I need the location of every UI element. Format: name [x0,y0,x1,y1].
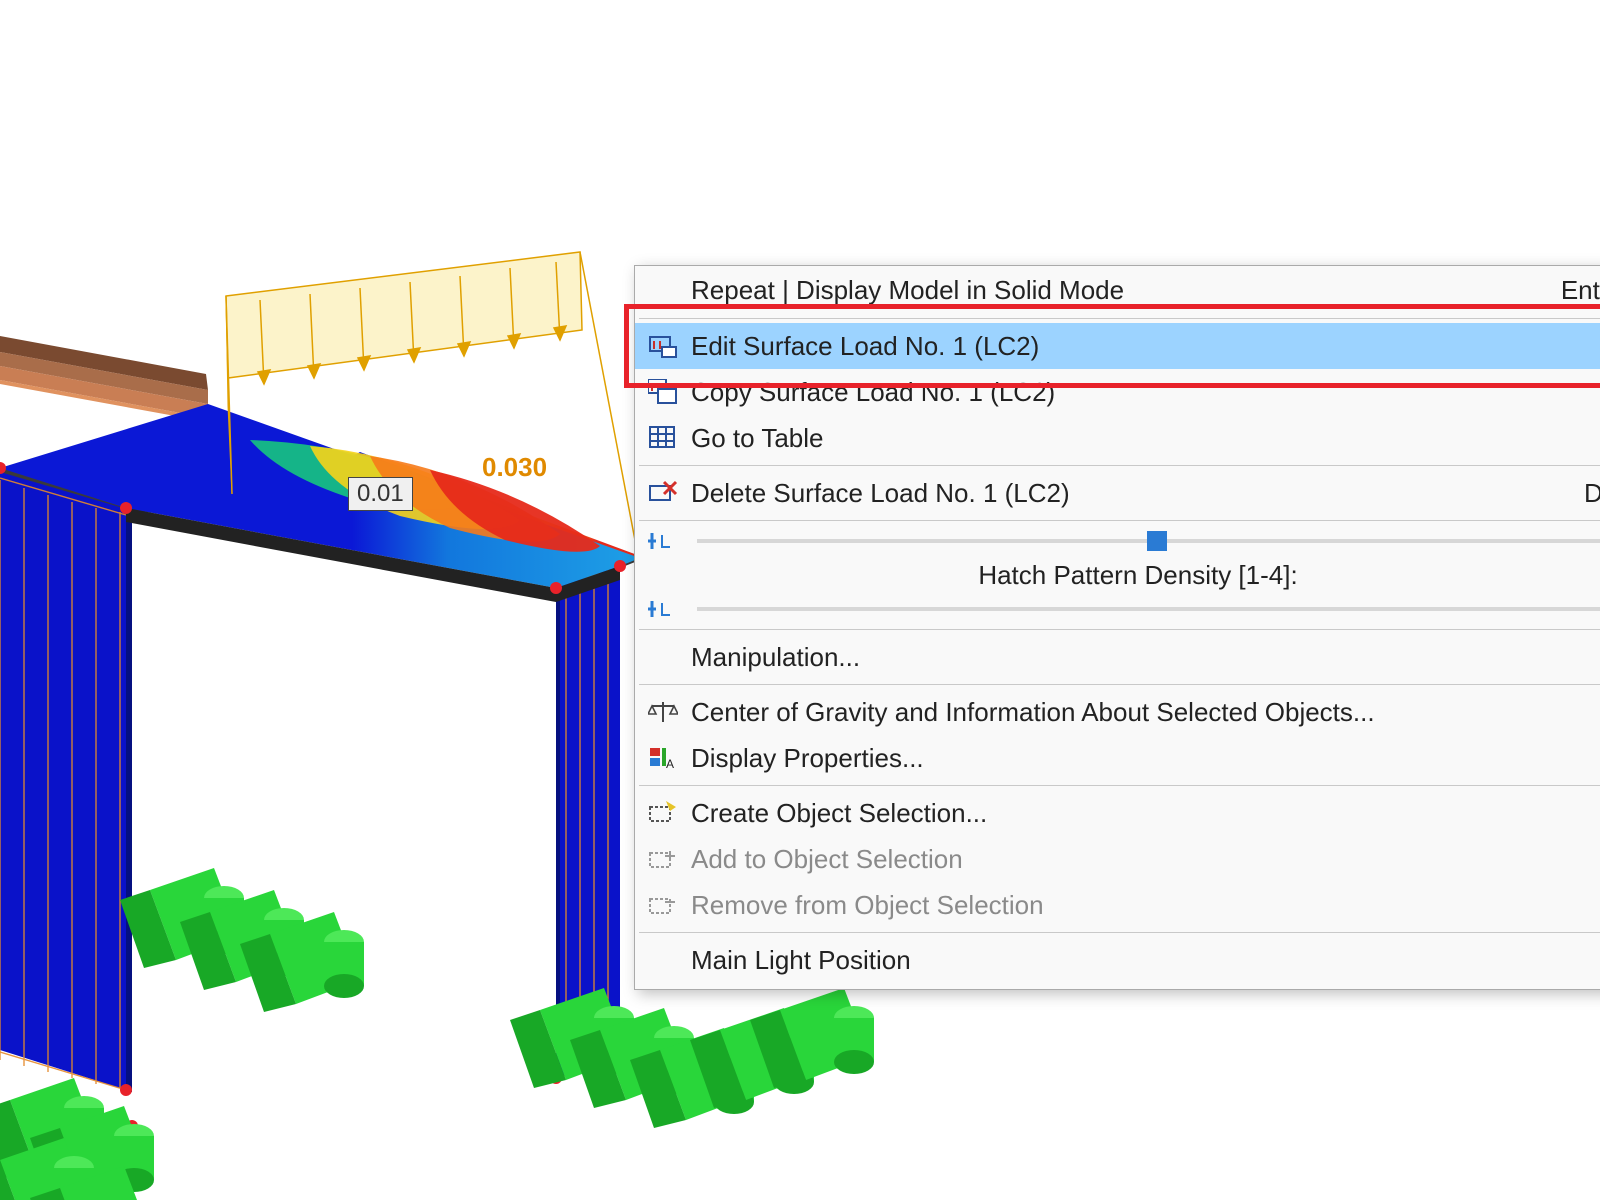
edit-load-icon [635,333,691,359]
menu-manipulation[interactable]: Manipulation... [635,634,1600,680]
shortcut-text: Enter [1537,275,1600,306]
delete-load-icon [635,480,691,506]
slider-icon [635,529,691,553]
hatch-density-slider-row [635,593,1600,625]
hatch-density-slider[interactable] [697,607,1600,611]
menu-separator [639,465,1600,466]
menu-main-light-position[interactable]: Main Light Position [635,937,1600,983]
menu-add-to-selection: Add to Object Selection [635,836,1600,882]
load-value-left: 0.01 [348,477,413,511]
table-icon [635,425,691,451]
slider-icon [635,597,691,621]
menu-center-of-gravity[interactable]: Center of Gravity and Information About … [635,689,1600,735]
menu-separator [639,684,1600,685]
load-size-slider[interactable] [697,539,1600,543]
menu-separator [639,785,1600,786]
balance-scale-icon [635,700,691,724]
menu-remove-from-selection: Remove from Object Selection [635,882,1600,928]
copy-load-icon [635,379,691,405]
remove-selection-icon [635,893,691,917]
menu-separator [639,318,1600,319]
menu-repeat[interactable]: Repeat | Display Model in Solid Mode Ent… [635,266,1600,314]
slider-thumb[interactable] [1147,531,1167,551]
menu-delete-surface-load[interactable]: Delete Surface Load No. 1 (LC2) Del [635,470,1600,516]
menu-go-to-table[interactable]: Go to Table [635,415,1600,461]
add-selection-icon [635,847,691,871]
menu-create-object-selection[interactable]: Create Object Selection... [635,790,1600,836]
menu-display-properties[interactable]: A Display Properties... [635,735,1600,781]
svg-text:A: A [666,757,674,770]
menu-separator [639,932,1600,933]
menu-copy-surface-load[interactable]: Copy Surface Load No. 1 (LC2) [635,369,1600,415]
display-properties-icon: A [635,746,691,770]
slider-caption: Hatch Pattern Density [1-4]: [635,557,1600,593]
create-selection-icon [635,801,691,825]
menu-separator [639,520,1600,521]
load-value-right: 0.030 [482,452,547,483]
menu-edit-surface-load[interactable]: Edit Surface Load No. 1 (LC2) [635,323,1600,369]
context-menu: Repeat | Display Model in Solid Mode Ent… [634,265,1600,990]
menu-separator [639,629,1600,630]
shortcut-text: Del [1560,478,1600,509]
load-size-slider-row [635,525,1600,557]
